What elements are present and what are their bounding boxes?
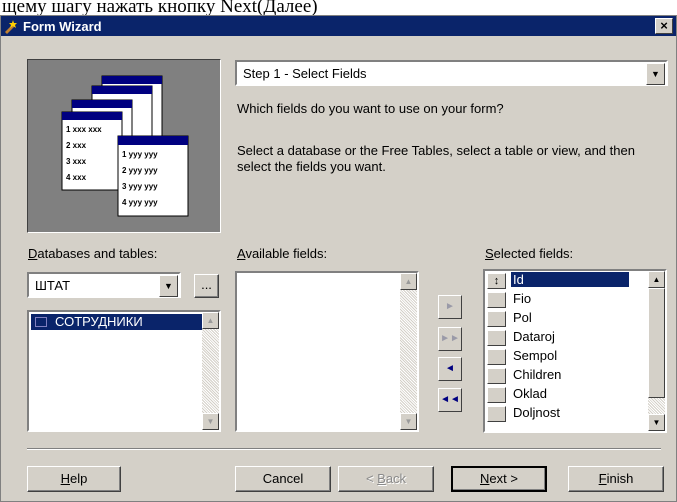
list-item[interactable]: Doljnost [487,405,632,422]
selected-scrollbar[interactable]: ▲ ▼ [648,271,665,431]
left-table-row: 4 xxx [66,173,87,182]
right-table-row: 3 yyy yyy [122,182,158,191]
next-accel: N [480,471,490,486]
available-fields-list[interactable]: ▲ ▼ [235,271,419,432]
databases-label-accel: D [28,246,38,261]
move-handle-icon[interactable] [487,406,506,422]
question-text: Which fields do you want to use on your … [237,101,504,116]
cancel-button[interactable]: Cancel [235,466,331,492]
list-item[interactable]: Oklad [487,386,632,403]
chevron-down-icon[interactable]: ▼ [646,63,665,85]
move-handle-icon[interactable] [487,311,506,327]
remove-all-fields-button[interactable]: ◄◄ [438,388,462,412]
available-scrollbar[interactable]: ▲ ▼ [400,273,417,430]
next-button[interactable]: Next > [451,466,547,492]
selected-fields-label: Selected fields: [485,246,573,261]
scroll-down-icon[interactable]: ▼ [202,413,219,430]
field-name: Id [511,272,629,287]
left-table-row: 1 xxx xxx [66,125,102,134]
selected-label-text: elected fields: [493,246,574,261]
remove-field-button[interactable]: ◄ [438,357,462,381]
left-table-row: 2 xxx [66,141,87,150]
databases-label: Databases and tables: [28,246,157,261]
list-item[interactable]: СОТРУДНИКИ [31,314,202,330]
finish-button[interactable]: Finish [568,466,664,492]
list-item[interactable]: Dataroj [487,329,632,346]
databases-label-text: atabases and tables: [37,246,158,261]
move-handle-icon[interactable] [487,368,506,384]
left-table-row: 3 xxx [66,157,87,166]
chevron-down-icon[interactable]: ▼ [159,275,178,297]
tables-illustration-icon: 1 xxx xxx 2 xxx 3 xxx 4 xxx 1 yyy yyy 2 … [61,75,189,217]
add-field-button[interactable]: ► [438,295,462,319]
available-fields-label: Available fields: [237,246,327,261]
database-combo-value: ШТАТ [35,278,71,293]
document-caption: щему шагу нажать кнопку Next(Далее) [2,0,318,16]
field-name: Doljnost [513,405,560,420]
list-item[interactable]: Fio [487,291,632,308]
back-label: ack [385,471,407,486]
scroll-thumb[interactable] [648,288,665,398]
list-item[interactable]: Pol [487,310,632,327]
selected-label-accel: S [485,246,494,261]
back-prefix: < [365,471,378,486]
window-title: Form Wizard [23,19,102,34]
field-name: Children [513,367,562,382]
move-handle-icon[interactable] [487,292,506,308]
scroll-down-icon[interactable]: ▼ [648,414,665,431]
finish-label: inish [606,471,634,486]
field-name: Sempol [513,348,558,363]
next-label: ext > [489,471,518,486]
field-name: Oklad [513,386,547,401]
scroll-down-icon[interactable]: ▼ [400,413,417,430]
field-name: Dataroj [513,329,555,344]
back-button[interactable]: < Back [338,466,434,492]
field-name: Pol [513,310,532,325]
help-button[interactable]: Help [27,466,121,492]
add-all-fields-button[interactable]: ►► [438,327,462,351]
finish-accel: F [598,471,607,486]
selected-fields-list[interactable]: ↕ Id Fio Pol Dataroj Sempol Children Okla… [483,269,667,433]
help-accel: H [60,471,71,486]
close-button[interactable]: × [655,18,673,34]
move-handle-icon[interactable] [487,330,506,346]
scroll-up-icon[interactable]: ▲ [400,273,417,290]
back-accel: B [377,471,386,486]
form-wizard-dialog: Form Wizard × 1 xxx xxx 2 xxx 3 xxx 4 xx… [0,15,677,502]
step-combo[interactable]: Step 1 - Select Fields ▼ [235,60,668,86]
help-label: elp [70,471,88,486]
list-item[interactable]: Children [487,367,632,384]
move-handle-icon[interactable] [487,387,506,403]
tables-scrollbar[interactable]: ▲ ▼ [202,312,219,430]
wizard-illustration: 1 xxx xxx 2 xxx 3 xxx 4 xxx 1 yyy yyy 2 … [27,59,221,233]
field-name: Fio [513,291,532,306]
right-table-row: 1 yyy yyy [122,150,158,159]
list-item[interactable]: ↕ Id [487,272,632,289]
instruction-text: Select a database or the Free Tables, se… [237,143,635,174]
database-combo[interactable]: ШТАТ ▼ [27,272,181,298]
step-combo-value: Step 1 - Select Fields [243,66,367,81]
table-name: СОТРУДНИКИ [55,314,143,329]
right-table-row: 4 yyy yyy [122,198,158,207]
list-item[interactable]: Sempol [487,348,632,365]
browse-database-button[interactable]: ... [194,274,219,298]
wizard-wand-icon [5,20,17,34]
button-separator [27,448,661,450]
right-table-row: 2 yyy yyy [122,166,158,175]
title-bar[interactable]: Form Wizard × [1,16,676,36]
table-icon [35,317,47,327]
scroll-up-icon[interactable]: ▲ [648,271,665,288]
move-handle-icon[interactable] [487,349,506,365]
tables-list[interactable]: СОТРУДНИКИ ▲ ▼ [27,310,221,432]
move-handle-icon[interactable]: ↕ [487,273,506,289]
scroll-up-icon[interactable]: ▲ [202,312,219,329]
available-label-text: vailable fields: [245,246,328,261]
